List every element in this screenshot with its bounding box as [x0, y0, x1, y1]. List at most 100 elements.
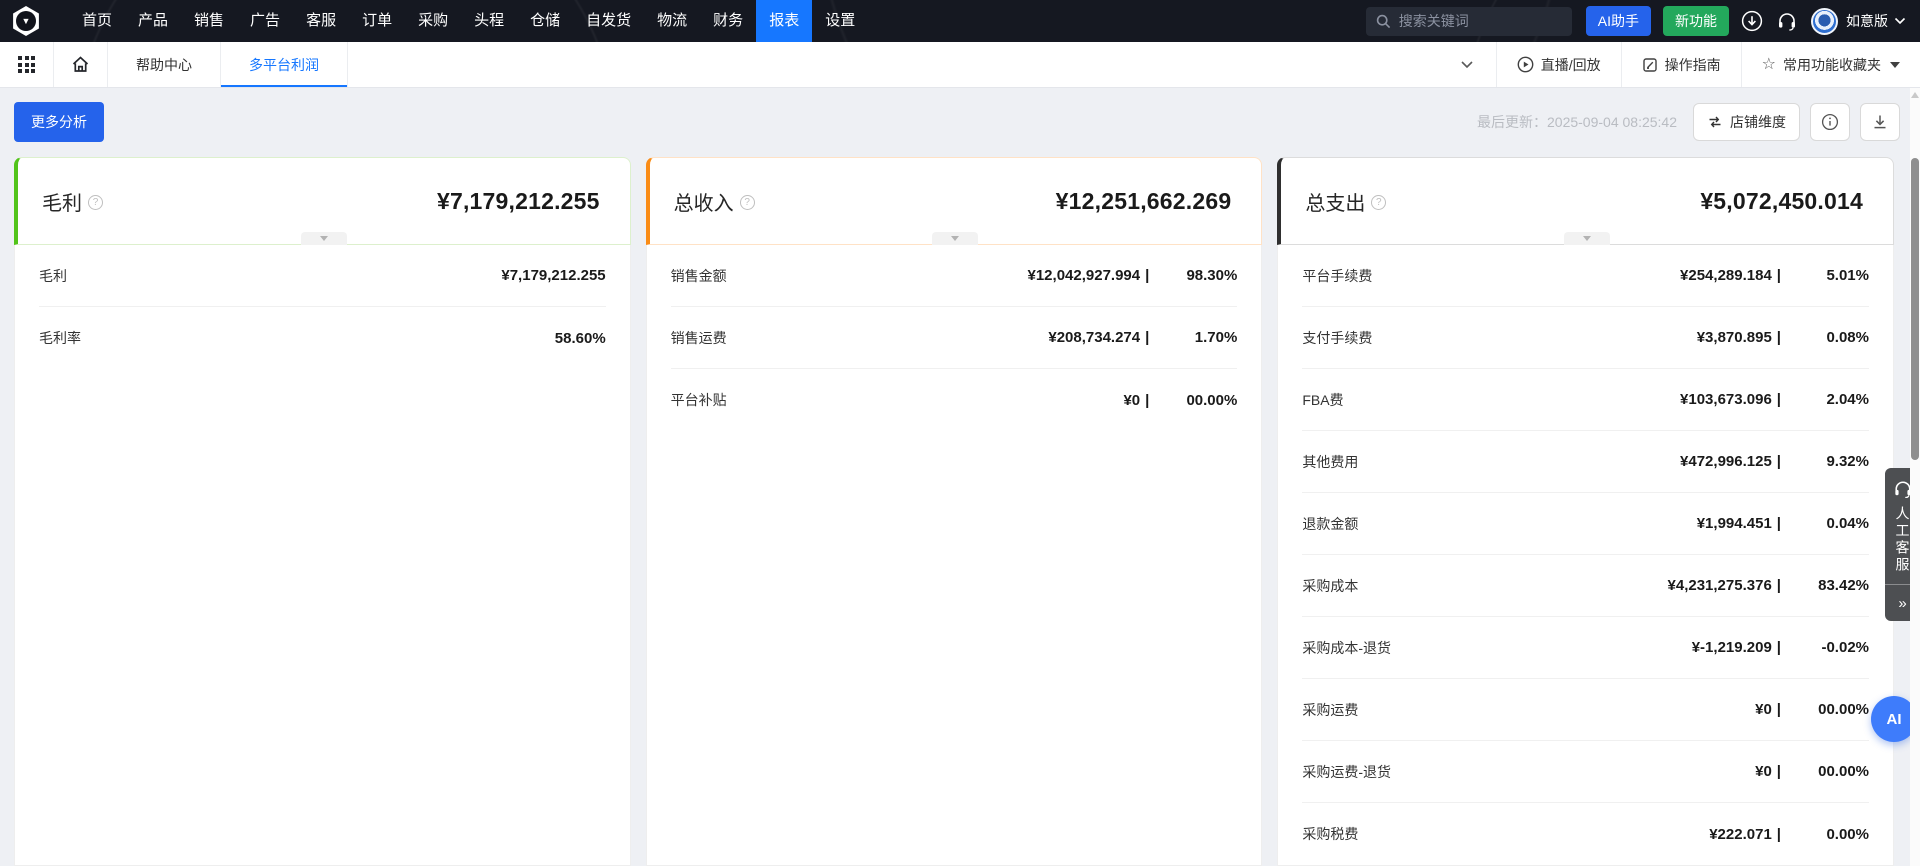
metric-row-amount: ¥1,994.451: [1697, 515, 1772, 532]
download-report-button[interactable]: [1860, 103, 1900, 141]
metric-row-percent: 0.08%: [1781, 329, 1869, 346]
menu-item-广告[interactable]: 广告: [237, 0, 293, 42]
menu-item-头程[interactable]: 头程: [461, 0, 517, 42]
vertical-scrollbar[interactable]: [1910, 88, 1920, 866]
menu-item-财务[interactable]: 财务: [700, 0, 756, 42]
card-title-text: 毛利: [42, 187, 82, 216]
menu-item-销售[interactable]: 销售: [181, 0, 237, 42]
more-analysis-button[interactable]: 更多分析: [14, 102, 104, 142]
card-title: 总支出?: [1305, 187, 1386, 216]
help-question-icon[interactable]: ?: [1371, 195, 1386, 210]
favorites-button[interactable]: ☆ 常用功能收藏夹: [1741, 42, 1920, 87]
card-header: 总收入? ¥12,251,662.269: [646, 157, 1263, 245]
menu-item-首页[interactable]: 首页: [69, 0, 125, 42]
card-total-value: ¥12,251,662.269: [1056, 188, 1232, 215]
help-question-icon[interactable]: ?: [740, 195, 755, 210]
download-client-icon[interactable]: [1741, 10, 1763, 32]
metric-row: 采购成本-退货¥-1,219.209|-0.02%: [1302, 617, 1869, 679]
menu-item-仓储[interactable]: 仓储: [517, 0, 573, 42]
ai-assistant-button[interactable]: AI助手: [1586, 6, 1651, 36]
tab-multi-platform-profit[interactable]: 多平台利润: [221, 42, 348, 87]
menu-item-物流[interactable]: 物流: [644, 0, 700, 42]
card-title-text: 总支出: [1305, 187, 1365, 216]
metric-row-label: 平台手续费: [1302, 266, 1680, 286]
last-update-text: 最后更新：2025-09-04 08:25:42: [1477, 112, 1677, 132]
menu-item-自发货[interactable]: 自发货: [573, 0, 644, 42]
top-navigation-bar: ▼ 首页产品销售广告客服订单采购头程仓储自发货物流财务报表设置 AI助手 新功能…: [0, 0, 1920, 42]
help-question-icon[interactable]: ?: [88, 195, 103, 210]
metric-row-label: 采购运费-退货: [1302, 762, 1755, 782]
metric-row-percent: 0.04%: [1781, 515, 1869, 532]
metric-row-percent: 1.70%: [1149, 329, 1237, 346]
metric-row-label: 销售运费: [671, 328, 1049, 348]
metric-row: 销售运费¥208,734.274|1.70%: [671, 307, 1238, 369]
info-button[interactable]: [1810, 103, 1850, 141]
metric-row-percent: 9.32%: [1781, 453, 1869, 470]
home-icon: [71, 55, 90, 74]
card-title-text: 总收入: [674, 187, 734, 216]
metric-row-percent: -0.02%: [1781, 639, 1869, 656]
metric-row-label: 退款金额: [1302, 514, 1696, 534]
star-icon: ☆: [1762, 57, 1776, 73]
scrollbar-thumb[interactable]: [1911, 158, 1919, 460]
card-title: 毛利?: [42, 187, 103, 216]
operation-guide-button[interactable]: 操作指南: [1621, 42, 1741, 87]
card-collapse-handle[interactable]: [1564, 232, 1610, 245]
metric-row-label: 其他费用: [1302, 452, 1680, 472]
app-logo-icon[interactable]: ▼: [11, 6, 41, 36]
card-collapse-handle[interactable]: [301, 232, 347, 245]
home-button[interactable]: [54, 42, 108, 87]
store-dimension-label: 店铺维度: [1730, 112, 1786, 132]
dimension-switch-icon: [1707, 114, 1723, 130]
metric-row-label: FBA费: [1302, 390, 1680, 410]
metric-row: 平台手续费¥254,289.184|5.01%: [1302, 245, 1869, 307]
metric-row-label: 毛利率: [39, 328, 555, 348]
menu-item-订单[interactable]: 订单: [349, 0, 405, 42]
info-circle-icon: [1821, 113, 1839, 131]
metric-row-label: 采购成本-退货: [1302, 638, 1691, 658]
tabs-collapse-chevron-icon[interactable]: [1438, 42, 1496, 87]
apps-grid-button[interactable]: [0, 42, 54, 87]
menu-item-客服[interactable]: 客服: [293, 0, 349, 42]
metric-row-label: 支付手续费: [1302, 328, 1696, 348]
metric-row-label: 采购税费: [1302, 824, 1709, 844]
menu-item-报表[interactable]: 报表: [756, 0, 812, 42]
card-body: 平台手续费¥254,289.184|5.01%支付手续费¥3,870.895|0…: [1277, 245, 1894, 866]
headset-support-icon[interactable]: [1776, 10, 1798, 32]
metric-row-amount: ¥0: [1755, 763, 1772, 780]
metric-row-amount: ¥472,996.125: [1680, 453, 1772, 470]
metric-row: 毛利率58.60%: [39, 307, 606, 369]
store-dimension-button[interactable]: 店铺维度: [1693, 103, 1800, 141]
metric-row-label: 平台补贴: [671, 390, 1124, 410]
menu-item-设置[interactable]: 设置: [812, 0, 868, 42]
operation-guide-label: 操作指南: [1665, 55, 1721, 75]
metric-row-amount: ¥222.071: [1709, 826, 1772, 843]
scrollbar-up-arrow[interactable]: [1911, 92, 1919, 98]
metric-row: 采购运费¥0|00.00%: [1302, 679, 1869, 741]
metric-row: FBA费¥103,673.096|2.04%: [1302, 369, 1869, 431]
live-replay-button[interactable]: 直播/回放: [1496, 42, 1621, 87]
metric-row-amount: ¥0: [1123, 392, 1140, 409]
guide-doc-icon: [1642, 57, 1658, 73]
search-icon: [1376, 14, 1391, 29]
search-box[interactable]: [1366, 7, 1572, 36]
workspace-tab-bar: 帮助中心 多平台利润 直播/回放 操作指南 ☆ 常用功能收藏夹: [0, 42, 1920, 88]
download-icon: [1872, 114, 1888, 130]
metric-row-amount: 58.60%: [555, 330, 606, 347]
menu-item-产品[interactable]: 产品: [125, 0, 181, 42]
metric-row-amount: ¥-1,219.209: [1692, 639, 1772, 656]
edition-chevron-down-icon[interactable]: [1894, 17, 1906, 25]
card-total-value: ¥5,072,450.014: [1700, 188, 1863, 215]
favorites-label: 常用功能收藏夹: [1783, 55, 1881, 75]
menu-item-采购[interactable]: 采购: [405, 0, 461, 42]
metric-row-amount: ¥12,042,927.994: [1028, 267, 1141, 284]
new-feature-button[interactable]: 新功能: [1663, 6, 1729, 36]
search-input[interactable]: [1399, 13, 1562, 29]
card-collapse-handle[interactable]: [932, 232, 978, 245]
play-circle-icon: [1517, 56, 1534, 73]
tab-help-center[interactable]: 帮助中心: [108, 42, 221, 87]
metric-row-percent: 00.00%: [1781, 701, 1869, 718]
report-toolbar: 更多分析 最后更新：2025-09-04 08:25:42 店铺维度: [14, 102, 1900, 142]
metric-row-percent: 00.00%: [1149, 392, 1237, 409]
user-avatar[interactable]: [1811, 8, 1838, 35]
